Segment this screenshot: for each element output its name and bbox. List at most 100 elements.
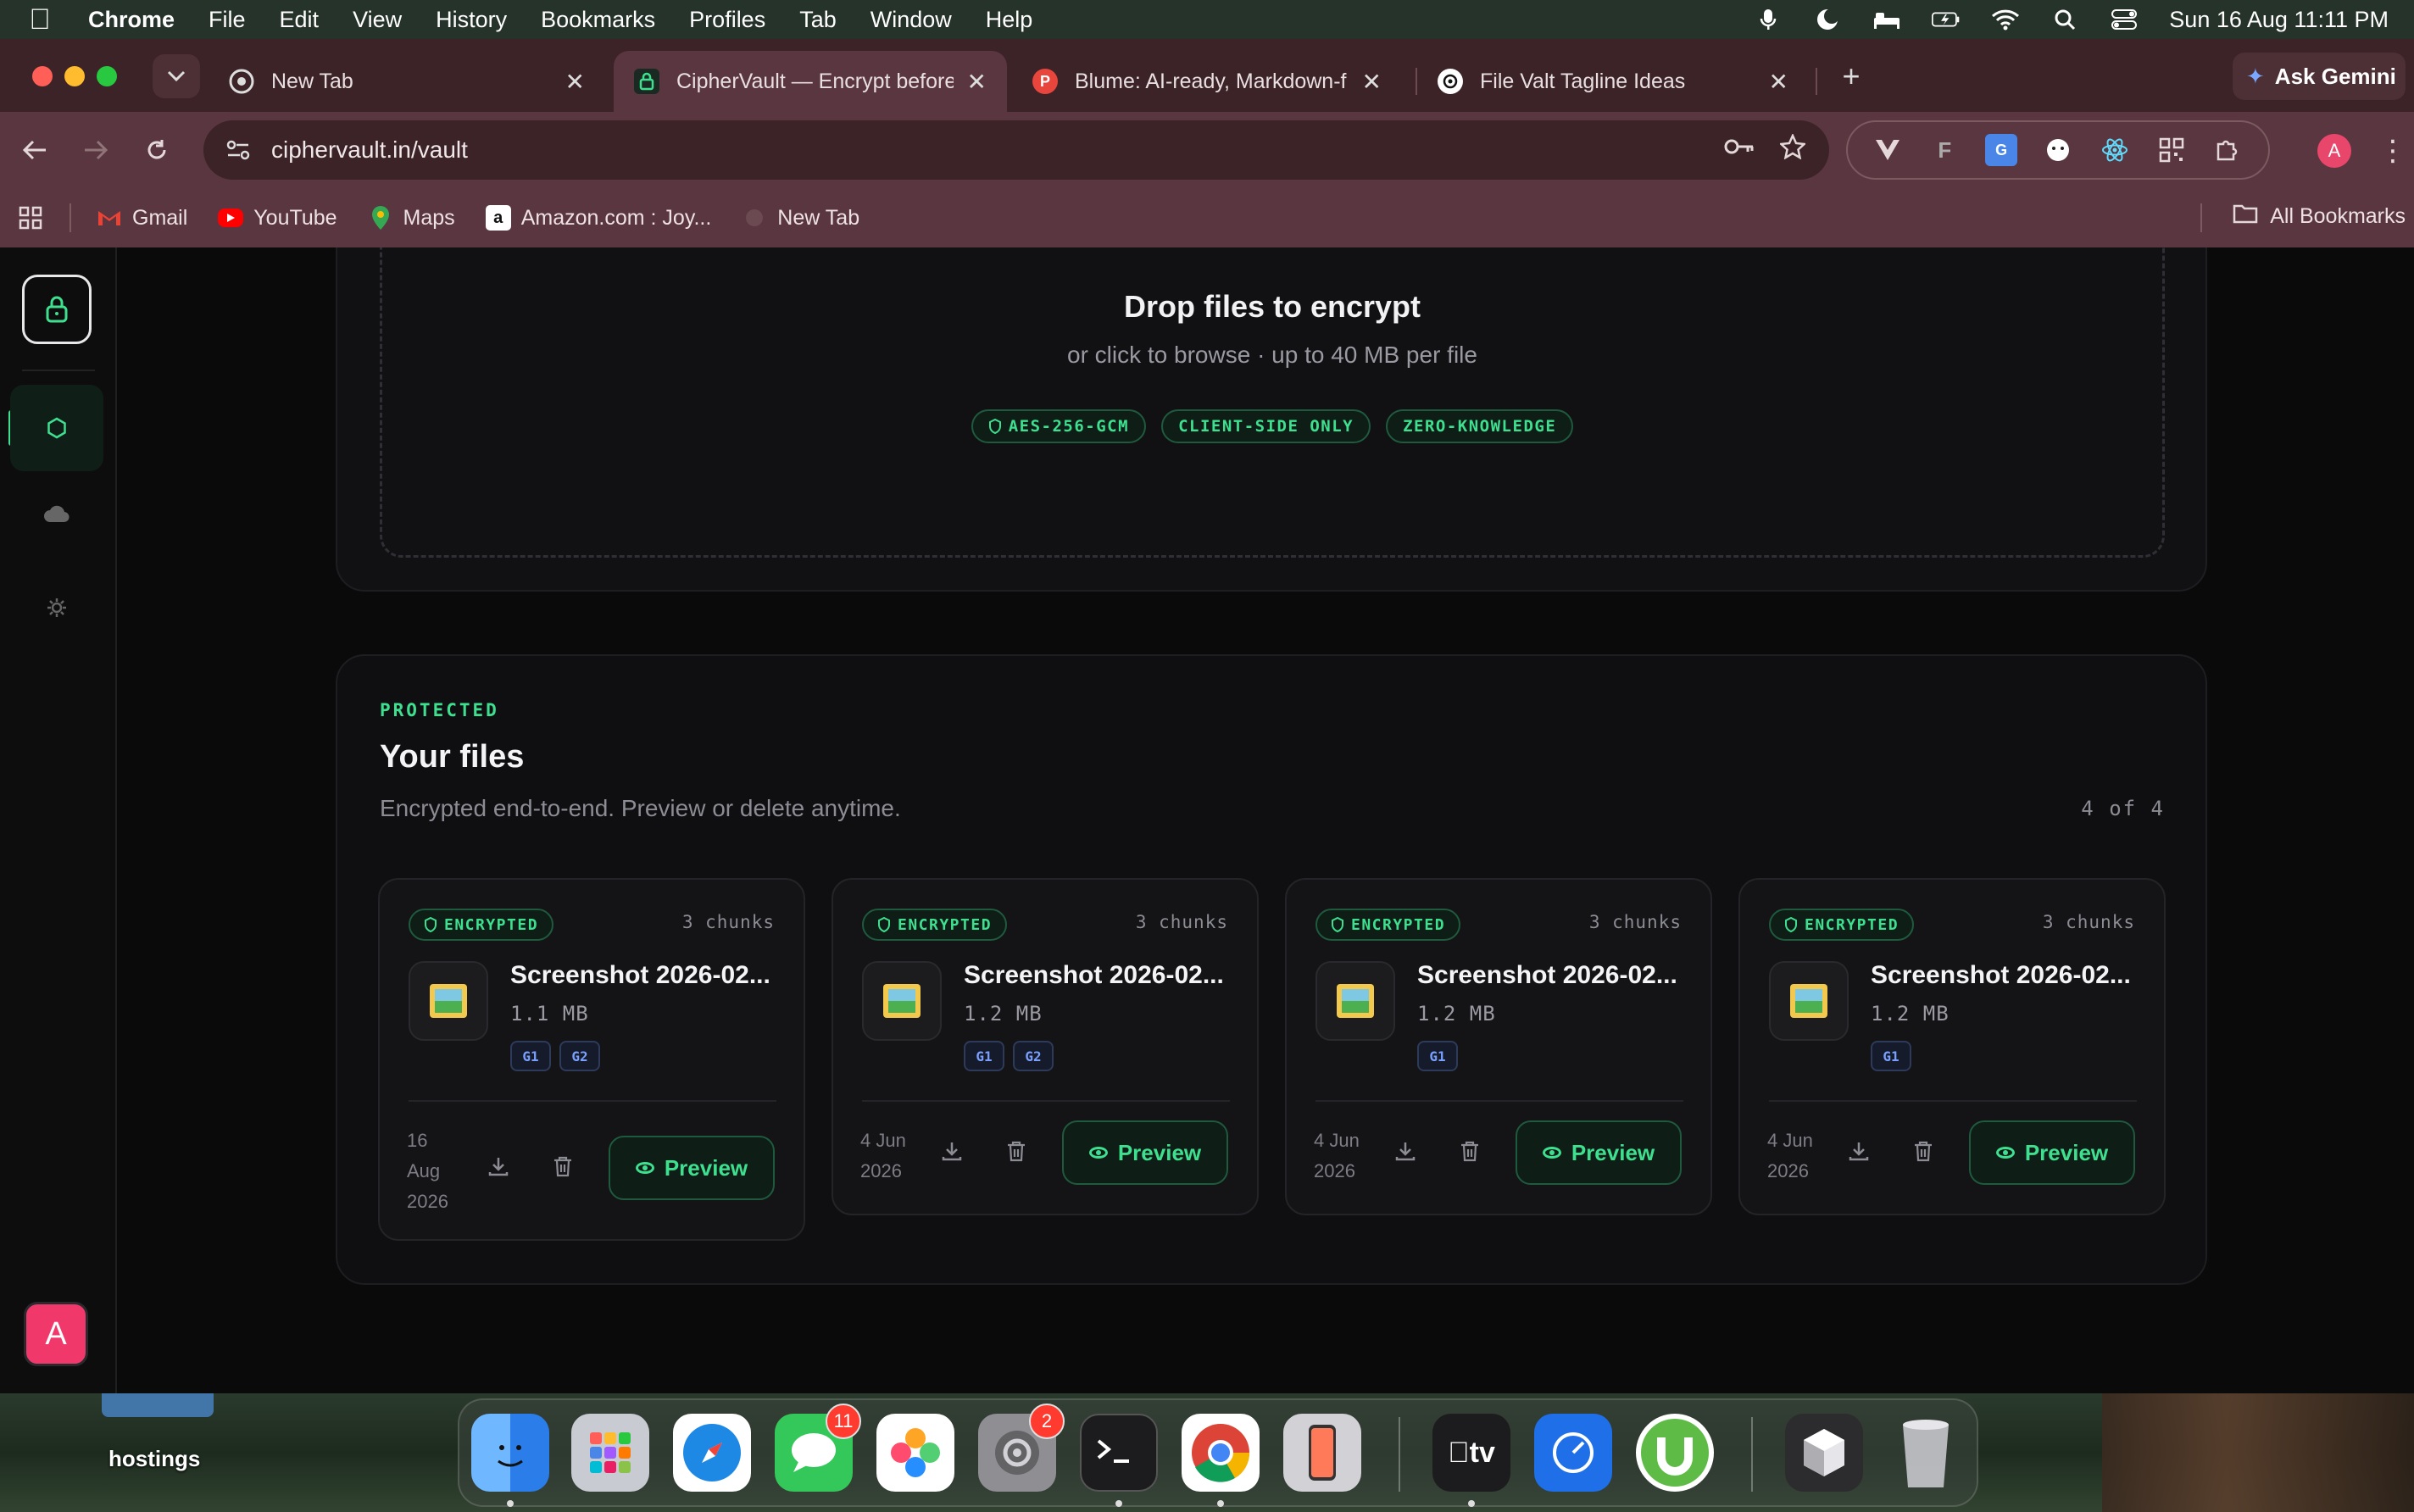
- bookmark-maps[interactable]: Maps: [368, 205, 455, 231]
- messages-icon[interactable]: 11: [775, 1404, 861, 1492]
- menu-profiles[interactable]: Profiles: [689, 7, 765, 33]
- screen-time-icon[interactable]: [1534, 1414, 1612, 1492]
- tab-ciphervault[interactable]: CipherVault — Encrypt before ✕: [614, 51, 1007, 112]
- reload-icon[interactable]: [137, 131, 176, 170]
- new-tab-plus-icon[interactable]: +: [1833, 58, 1870, 95]
- all-bookmarks-button[interactable]: All Bookmarks: [2233, 203, 2406, 230]
- site-settings-icon[interactable]: [224, 136, 253, 164]
- menu-history[interactable]: History: [436, 7, 507, 33]
- delete-button[interactable]: [998, 1132, 1035, 1170]
- chrome-dock-icon[interactable]: [1182, 1414, 1260, 1492]
- menubar-clock[interactable]: Sun 16 Aug 11:11 PM: [2169, 7, 2389, 33]
- tab-close-icon[interactable]: ✕: [1769, 68, 1788, 96]
- file-card[interactable]: ENCRYPTED 3 chunks Screenshot 2026-02...…: [832, 878, 1259, 1215]
- menu-help[interactable]: Help: [986, 7, 1033, 33]
- macos-menu-bar:  Chrome File Edit View History Bookmark…: [0, 0, 2414, 39]
- photos-icon[interactable]: [876, 1414, 954, 1492]
- url-text[interactable]: ciphervault.in/vault: [271, 136, 468, 164]
- bookmark-star-icon[interactable]: [1778, 132, 1807, 166]
- menu-edit[interactable]: Edit: [280, 7, 320, 33]
- menu-app-name[interactable]: Chrome: [88, 7, 175, 33]
- chunk-count: 3 chunks: [681, 912, 775, 932]
- desktop-folder-label[interactable]: hostings: [108, 1446, 200, 1472]
- profile-avatar-button[interactable]: A: [2317, 134, 2351, 168]
- react-devtools-icon[interactable]: [2099, 134, 2131, 166]
- file-drop-zone[interactable]: Drop files to encrypt or click to browse…: [380, 247, 2165, 558]
- file-date: 16 Aug 2026: [407, 1126, 448, 1217]
- sidebar-item-vault[interactable]: [10, 385, 103, 471]
- microphone-status-icon[interactable]: [1754, 7, 1783, 32]
- menu-bookmarks[interactable]: Bookmarks: [541, 7, 655, 33]
- iphone-mirroring-icon[interactable]: [1283, 1414, 1361, 1492]
- bookmark-new-tab[interactable]: New Tab: [742, 205, 859, 231]
- file-card[interactable]: ENCRYPTED 3 chunks Screenshot 2026-02...…: [378, 878, 805, 1241]
- finder-icon[interactable]: [471, 1414, 549, 1492]
- trash-dock-icon[interactable]: [1887, 1414, 1965, 1492]
- safari-icon[interactable]: [673, 1414, 751, 1492]
- user-avatar[interactable]: A: [24, 1302, 88, 1366]
- preview-button[interactable]: Preview: [1969, 1120, 2135, 1185]
- control-center-icon[interactable]: [2110, 7, 2139, 32]
- back-arrow-icon[interactable]: [15, 131, 54, 170]
- system-settings-icon[interactable]: 2: [978, 1404, 1065, 1492]
- tab-close-icon[interactable]: ✕: [565, 68, 585, 96]
- spotlight-search-icon[interactable]: [2050, 7, 2079, 32]
- delete-button[interactable]: [1451, 1132, 1488, 1170]
- preview-button[interactable]: Preview: [1062, 1120, 1228, 1185]
- utorrent-icon[interactable]: [1636, 1414, 1714, 1492]
- tab-new-tab[interactable]: New Tab ✕: [209, 51, 605, 112]
- address-bar[interactable]: ciphervault.in/vault: [203, 120, 1829, 180]
- terminal-icon[interactable]: [1080, 1414, 1158, 1492]
- cube-app-icon[interactable]: [1785, 1414, 1863, 1492]
- tab-close-icon[interactable]: ✕: [1362, 68, 1382, 96]
- ask-gemini-button[interactable]: ✦ Ask Gemini: [2233, 53, 2406, 100]
- qr-code-icon[interactable]: [2155, 134, 2188, 166]
- download-button[interactable]: [1840, 1132, 1877, 1170]
- window-zoom-button[interactable]: [97, 66, 117, 86]
- delete-button[interactable]: [544, 1148, 581, 1185]
- bookmark-amazon[interactable]: a Amazon.com : Joy...: [485, 205, 711, 231]
- vue-devtools-icon[interactable]: [1872, 134, 1904, 166]
- sidebar-item-settings[interactable]: [10, 564, 103, 651]
- apps-grid-icon[interactable]: [17, 204, 44, 231]
- menu-tab[interactable]: Tab: [799, 7, 837, 33]
- delete-button[interactable]: [1905, 1132, 1942, 1170]
- download-button[interactable]: [933, 1132, 971, 1170]
- preview-button[interactable]: Preview: [609, 1136, 775, 1200]
- menu-window[interactable]: Window: [870, 7, 952, 33]
- file-card[interactable]: ENCRYPTED 3 chunks Screenshot 2026-02...…: [1738, 878, 2166, 1215]
- apple-tv-label: tv: [1458, 1436, 1495, 1469]
- launchpad-icon[interactable]: [571, 1414, 649, 1492]
- preview-button[interactable]: Preview: [1516, 1120, 1682, 1185]
- password-key-icon[interactable]: [1724, 134, 1755, 166]
- wifi-icon[interactable]: [1991, 7, 2020, 32]
- download-button[interactable]: [1387, 1132, 1424, 1170]
- sidebar-item-cloud[interactable]: [10, 471, 103, 558]
- more-menu-icon[interactable]: ⋮: [2378, 132, 2407, 170]
- tab-file-valt-tagline[interactable]: File Valt Tagline Ideas ✕: [1417, 51, 1809, 112]
- battery-charging-icon[interactable]: [1932, 7, 1961, 32]
- download-button[interactable]: [480, 1148, 517, 1185]
- window-minimize-button[interactable]: [64, 66, 85, 86]
- tab-blume[interactable]: P Blume: AI-ready, Markdown-f ✕: [1012, 51, 1402, 112]
- apple-menu-icon[interactable]: : [25, 3, 54, 36]
- file-date: 4 Jun 2026: [1767, 1126, 1813, 1187]
- apple-tv-icon[interactable]:  tv: [1432, 1414, 1510, 1492]
- puzzle-extensions-icon[interactable]: [2211, 134, 2244, 166]
- moon-status-icon[interactable]: [1813, 7, 1842, 32]
- file-card[interactable]: ENCRYPTED 3 chunks Screenshot 2026-02...…: [1285, 878, 1712, 1215]
- bookmark-youtube[interactable]: YouTube: [218, 206, 337, 231]
- desktop-folder-icon[interactable]: [102, 1393, 214, 1417]
- menu-file[interactable]: File: [209, 7, 246, 33]
- google-translate-icon[interactable]: G: [1985, 134, 2018, 166]
- bed-status-icon[interactable]: [1872, 7, 1901, 32]
- window-close-button[interactable]: [32, 66, 53, 86]
- tab-search-button[interactable]: [153, 54, 200, 98]
- app-logo-lock-icon[interactable]: [22, 275, 92, 344]
- tab-close-icon[interactable]: ✕: [967, 68, 987, 96]
- face-extension-icon[interactable]: [2042, 134, 2074, 166]
- menu-view[interactable]: View: [353, 7, 402, 33]
- bookmark-gmail[interactable]: Gmail: [97, 205, 187, 231]
- f-extension-icon[interactable]: F: [1928, 134, 1961, 166]
- forward-arrow-icon[interactable]: [76, 131, 115, 170]
